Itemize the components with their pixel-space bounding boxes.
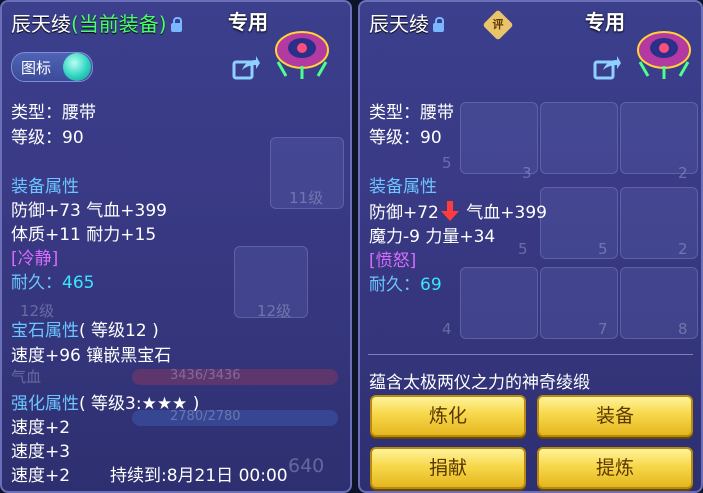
bg-slot-count: 5: [598, 240, 608, 258]
bg-slot-count: 3: [522, 164, 532, 182]
current-equip-tag: (当前装备): [71, 12, 167, 36]
equip-button[interactable]: 装备: [537, 395, 693, 437]
item-type: 类型：腰带: [11, 103, 96, 123]
share-icon[interactable]: [232, 54, 260, 80]
durability-label: 耐久：: [11, 273, 62, 293]
mask-item-icon: [275, 31, 329, 79]
item-title: 辰天绫: [369, 8, 444, 37]
bg-slot-count: 5: [442, 154, 452, 172]
donate-button[interactable]: 捐献: [370, 447, 526, 489]
equip-attr-header: 装备属性: [11, 177, 79, 197]
refine-button[interactable]: 炼化: [370, 395, 526, 437]
durability-value: 69: [420, 275, 442, 295]
special-effect: [冷静]: [11, 249, 59, 269]
bg-inventory-slot: [460, 267, 538, 339]
item-type: 类型：腰带: [369, 103, 454, 123]
icon-toggle-label: 图标: [21, 59, 52, 77]
rate-badge[interactable]: 评: [482, 9, 514, 41]
bg-level-label: 12级: [257, 302, 292, 320]
exclusive-label: 专用: [228, 10, 268, 34]
bg-slot-count: 2: [678, 164, 688, 182]
bg-slot-count: 8: [678, 320, 688, 338]
bg-slot-count: 5: [518, 240, 528, 258]
durability: 耐久：69: [369, 270, 442, 295]
enhance-line: 速度+2: [11, 418, 71, 438]
durability-label: 耐久：: [369, 275, 420, 295]
share-icon[interactable]: [593, 54, 621, 80]
exclusive-label: 专用: [585, 10, 625, 34]
bg-slot-count: 4: [442, 320, 452, 338]
lock-icon: [433, 17, 444, 32]
enhance-line: 速度+3: [11, 442, 71, 462]
attr-line: 体质+11 耐力+15: [11, 225, 157, 245]
durability-value: 465: [62, 273, 95, 293]
item-level: 等级：90: [369, 128, 442, 148]
enhance-level: ( 等级3:★★★ ): [79, 394, 200, 414]
durability: 耐久：465: [11, 268, 94, 293]
item-level: 等级：90: [11, 128, 84, 148]
gem-level: ( 等级12 ): [79, 321, 159, 341]
item-name: 辰天绫: [369, 12, 429, 36]
enhance-header: 强化属性: [11, 394, 79, 414]
bg-slot-count: 2: [678, 240, 688, 258]
special-effect: [愤怒]: [369, 251, 417, 271]
attr-defense: 防御+72: [369, 203, 439, 223]
attr-line: 防御+72 气血+399: [369, 198, 547, 223]
extract-button[interactable]: 提炼: [537, 447, 693, 489]
toggle-knob-icon[interactable]: [63, 53, 91, 81]
bg-slot-count: 7: [598, 320, 608, 338]
gem-line: 速度+96 镶嵌黑宝石: [11, 346, 172, 366]
right-item-tooltip: 5 3 2 5 5 2 4 7 8 辰天绫 评 专用 类型：腰带 等级：90 装…: [358, 0, 703, 493]
rate-badge-label: 评: [492, 18, 504, 31]
arrow-down-icon: [440, 201, 460, 221]
bg-level-label: 11级: [289, 189, 324, 207]
equip-attr-header: 装备属性: [369, 177, 437, 197]
bg-stat-value: 640: [288, 455, 325, 477]
bg-inventory-slot: [540, 102, 618, 174]
item-title: 辰天绫(当前装备): [11, 8, 182, 37]
enhance-duration: 持续到:8月21日 00:00: [110, 466, 288, 486]
enhance-attr: 强化属性( 等级3:★★★ ): [11, 389, 199, 414]
attr-line: 防御+73 气血+399: [11, 201, 167, 221]
gem-header: 宝石属性: [11, 321, 79, 341]
attr-hp: 气血+399: [460, 203, 547, 223]
mask-item-icon: [637, 31, 691, 79]
enhance-line: 速度+2: [11, 466, 71, 486]
item-description: 蕴含太极两仪之力的神奇绫缎: [369, 373, 590, 393]
divider: [368, 354, 693, 355]
bg-hp-label: 气血: [11, 368, 42, 386]
bg-hp-value: 3436/3436: [170, 368, 241, 383]
gem-attr: 宝石属性( 等级12 ): [11, 316, 159, 341]
item-name: 辰天绫: [11, 12, 71, 36]
attr-line: 魔力-9 力量+34: [369, 227, 496, 247]
left-item-tooltip: 11级 12级 12级 气血 3436/3436 2780/2780 640 辰…: [0, 0, 352, 493]
lock-icon: [170, 17, 182, 32]
icon-toggle[interactable]: 图标: [11, 52, 93, 82]
